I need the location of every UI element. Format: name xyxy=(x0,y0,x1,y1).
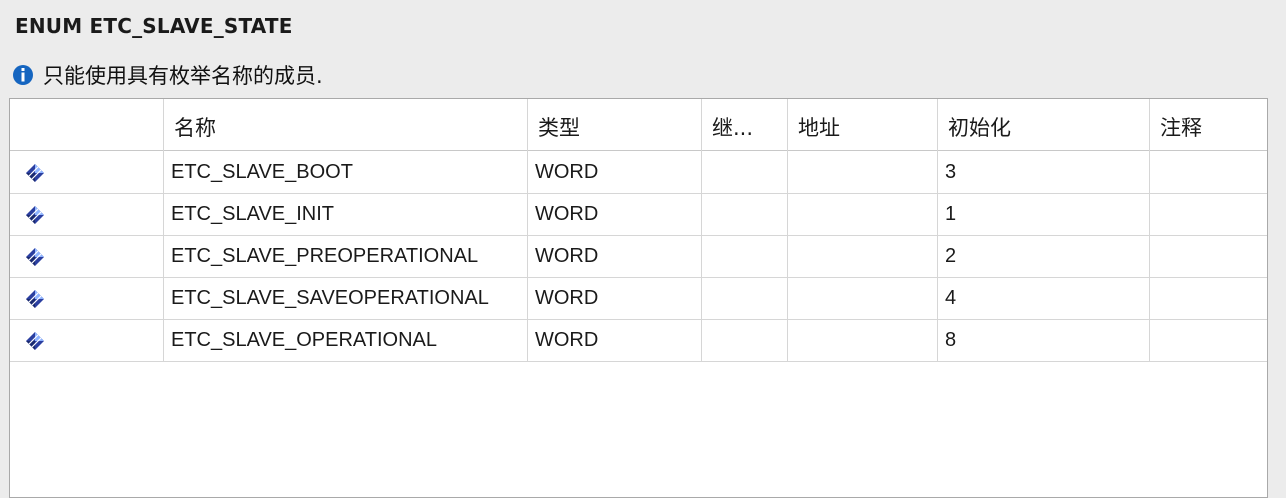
enum-member-icon xyxy=(26,206,44,224)
column-header-inherit[interactable]: 继... xyxy=(701,99,787,150)
member-address-cell[interactable] xyxy=(787,236,937,277)
member-icon-cell xyxy=(10,236,163,277)
table-row[interactable]: ETC_SLAVE_OPERATIONAL WORD 8 xyxy=(10,320,1267,362)
member-inherit-cell[interactable] xyxy=(701,194,787,235)
member-comment-cell[interactable] xyxy=(1149,152,1267,193)
info-message: 只能使用具有枚举名称的成员. xyxy=(12,62,323,88)
member-type-cell[interactable]: WORD xyxy=(527,236,701,277)
grid-line xyxy=(1149,99,1150,362)
member-icon-cell xyxy=(10,278,163,319)
grid-line xyxy=(937,99,938,362)
enum-member-icon xyxy=(26,332,44,350)
member-inherit-cell[interactable] xyxy=(701,320,787,361)
member-inherit-cell[interactable] xyxy=(701,278,787,319)
column-header-icon[interactable] xyxy=(10,99,163,150)
column-header-name[interactable]: 名称 xyxy=(163,99,527,150)
enum-member-icon xyxy=(26,290,44,308)
member-initial-cell[interactable]: 1 xyxy=(937,194,1149,235)
grid-line xyxy=(527,99,528,362)
grid-line xyxy=(787,99,788,362)
info-icon xyxy=(13,65,33,85)
member-type-cell[interactable]: WORD xyxy=(527,152,701,193)
member-inherit-cell[interactable] xyxy=(701,236,787,277)
column-header-type[interactable]: 类型 xyxy=(527,99,701,150)
member-initial-cell[interactable]: 2 xyxy=(937,236,1149,277)
member-address-cell[interactable] xyxy=(787,320,937,361)
member-name-cell[interactable]: ETC_SLAVE_INIT xyxy=(163,194,527,235)
member-name-cell[interactable]: ETC_SLAVE_SAVEOPERATIONAL xyxy=(163,278,527,319)
member-type-cell[interactable]: WORD xyxy=(527,320,701,361)
member-comment-cell[interactable] xyxy=(1149,194,1267,235)
table-row[interactable]: ETC_SLAVE_INIT WORD 1 xyxy=(10,194,1267,236)
enum-members-table: 名称 类型 继... 地址 初始化 注释 ETC_SLAVE_BOOT WORD 3… xyxy=(9,98,1268,498)
page-title: ENUM ETC_SLAVE_STATE xyxy=(15,14,293,38)
enum-member-icon xyxy=(26,248,44,266)
member-address-cell[interactable] xyxy=(787,152,937,193)
table-header: 名称 类型 继... 地址 初始化 注释 xyxy=(10,99,1267,151)
enum-member-icon xyxy=(26,164,44,182)
member-type-cell[interactable]: WORD xyxy=(527,278,701,319)
member-inherit-cell[interactable] xyxy=(701,152,787,193)
member-comment-cell[interactable] xyxy=(1149,278,1267,319)
member-address-cell[interactable] xyxy=(787,194,937,235)
grid-line xyxy=(701,99,702,362)
column-header-initial[interactable]: 初始化 xyxy=(937,99,1149,150)
member-comment-cell[interactable] xyxy=(1149,236,1267,277)
table-row[interactable]: ETC_SLAVE_SAVEOPERATIONAL WORD 4 xyxy=(10,278,1267,320)
member-initial-cell[interactable]: 4 xyxy=(937,278,1149,319)
member-icon-cell xyxy=(10,320,163,361)
column-header-address[interactable]: 地址 xyxy=(787,99,937,150)
member-name-cell[interactable]: ETC_SLAVE_BOOT xyxy=(163,152,527,193)
grid-line xyxy=(163,99,164,362)
member-type-cell[interactable]: WORD xyxy=(527,194,701,235)
member-name-cell[interactable]: ETC_SLAVE_PREOPERATIONAL xyxy=(163,236,527,277)
member-address-cell[interactable] xyxy=(787,278,937,319)
info-text: 只能使用具有枚举名称的成员. xyxy=(43,64,323,88)
column-header-comment[interactable]: 注释 xyxy=(1149,99,1267,150)
member-initial-cell[interactable]: 8 xyxy=(937,320,1149,361)
member-icon-cell xyxy=(10,194,163,235)
member-initial-cell[interactable]: 3 xyxy=(937,152,1149,193)
member-icon-cell xyxy=(10,152,163,193)
table-row[interactable]: ETC_SLAVE_BOOT WORD 3 xyxy=(10,152,1267,194)
member-name-cell[interactable]: ETC_SLAVE_OPERATIONAL xyxy=(163,320,527,361)
member-comment-cell[interactable] xyxy=(1149,320,1267,361)
table-row[interactable]: ETC_SLAVE_PREOPERATIONAL WORD 2 xyxy=(10,236,1267,278)
